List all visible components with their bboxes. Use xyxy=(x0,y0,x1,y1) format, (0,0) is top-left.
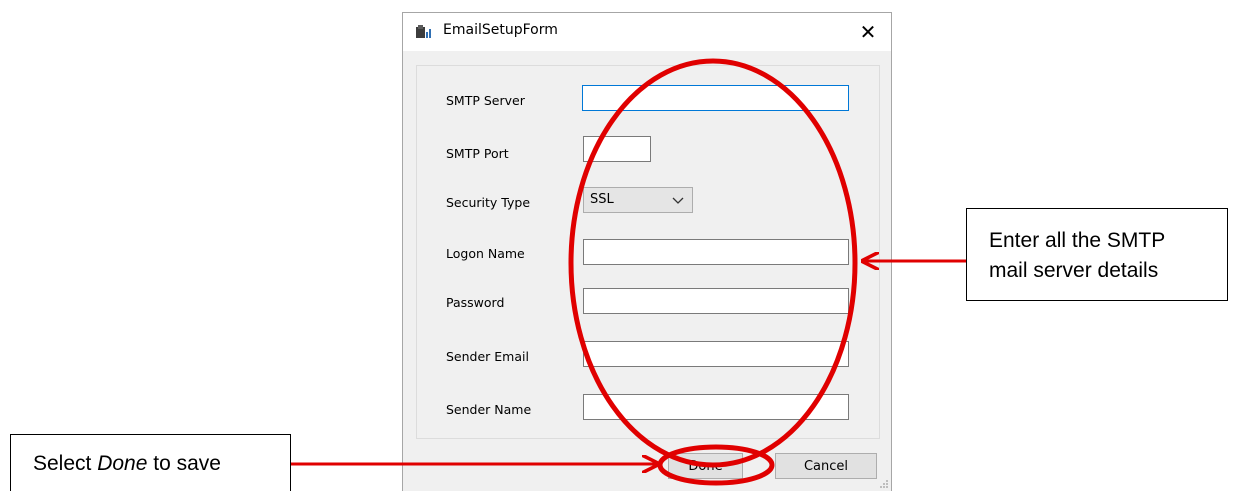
chevron-down-icon xyxy=(672,197,684,204)
logon-name-input[interactable] xyxy=(583,239,849,265)
smtp-port-label: SMTP Port xyxy=(446,146,509,161)
app-icon xyxy=(416,25,431,38)
smtp-details-callout: Enter all the SMTP mail server details xyxy=(966,208,1228,301)
smtp-server-label: SMTP Server xyxy=(446,93,525,108)
smtp-callout-line-2: mail server details xyxy=(989,259,1159,282)
settings-panel: SMTP Server SMTP Port Security Type SSL … xyxy=(416,65,880,439)
smtp-port-input[interactable] xyxy=(583,136,651,162)
security-type-value: SSL xyxy=(590,192,614,207)
security-type-label: Security Type xyxy=(446,195,531,210)
close-icon: ✕ xyxy=(859,20,877,44)
close-button[interactable]: ✕ xyxy=(845,13,891,51)
smtp-callout-line-1: Enter all the SMTP xyxy=(989,229,1166,252)
title-bar: EmailSetupForm ✕ xyxy=(403,13,891,51)
cancel-button[interactable]: Cancel xyxy=(775,453,877,479)
window-title: EmailSetupForm xyxy=(443,22,558,38)
security-type-select[interactable]: SSL xyxy=(583,187,693,213)
logon-name-label: Logon Name xyxy=(446,246,525,261)
done-callout-emphasis: Done xyxy=(97,452,148,475)
password-input[interactable] xyxy=(583,288,849,314)
sender-email-label: Sender Email xyxy=(446,349,529,364)
done-callout-prefix: Select xyxy=(33,452,98,475)
password-label: Password xyxy=(446,295,505,310)
done-callout: Select Done to save xyxy=(10,434,291,491)
sender-email-input[interactable] xyxy=(583,341,849,367)
sender-name-input[interactable] xyxy=(583,394,849,420)
resize-grip-icon[interactable] xyxy=(879,479,889,489)
done-button[interactable]: Done xyxy=(668,453,743,479)
done-callout-suffix: to save xyxy=(147,452,221,475)
sender-name-label: Sender Name xyxy=(446,402,532,417)
email-setup-dialog: EmailSetupForm ✕ SMTP Server SMTP Port S… xyxy=(402,12,892,491)
smtp-server-input[interactable] xyxy=(582,85,849,111)
